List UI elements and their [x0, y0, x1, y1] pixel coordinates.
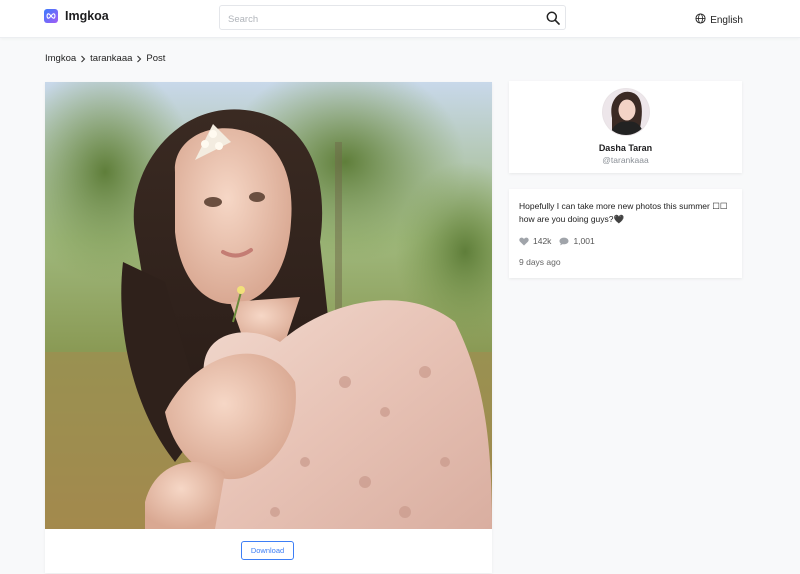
breadcrumb-current: Post	[146, 53, 166, 64]
avatar[interactable]	[602, 88, 650, 136]
profile-handle[interactable]: @tarankaaa	[509, 155, 742, 165]
brand-name: Imgkoa	[65, 9, 109, 23]
profile-name[interactable]: Dasha Taran	[509, 143, 742, 153]
heart-icon	[519, 237, 529, 245]
post-caption: Hopefully I can take more new photos thi…	[519, 201, 728, 224]
comments-count: 1,001	[573, 236, 595, 246]
breadcrumb-home[interactable]: Imgkoa	[45, 53, 76, 64]
language-selector[interactable]: English	[695, 11, 743, 29]
language-label: English	[710, 14, 743, 26]
comment-icon	[559, 237, 569, 245]
breadcrumb: Imgkoa tarankaaa Post	[45, 53, 165, 64]
chevron-right-icon	[80, 55, 86, 63]
top-bar: Imgkoa English	[0, 0, 800, 38]
search-icon[interactable]	[546, 11, 560, 25]
download-button[interactable]: Download	[241, 541, 294, 560]
breadcrumb-user[interactable]: tarankaaa	[90, 53, 132, 64]
brand-logo[interactable]: Imgkoa	[44, 9, 109, 23]
post-photo	[45, 82, 492, 529]
likes-stat: 142k	[519, 236, 551, 246]
profile-card: Dasha Taran @tarankaaa	[509, 81, 742, 173]
likes-count: 142k	[533, 236, 552, 246]
chevron-right-icon	[136, 55, 142, 63]
comments-stat: 1,001	[559, 236, 595, 246]
post-card: Download	[45, 82, 492, 573]
search-box	[219, 5, 566, 30]
caption-card: Hopefully I can take more new photos thi…	[509, 189, 742, 278]
post-stats: 142k 1,001	[519, 236, 603, 246]
search-input[interactable]	[226, 10, 540, 28]
post-timestamp: 9 days ago	[519, 257, 561, 267]
globe-icon	[695, 11, 706, 29]
infinity-logo-icon	[44, 9, 58, 23]
